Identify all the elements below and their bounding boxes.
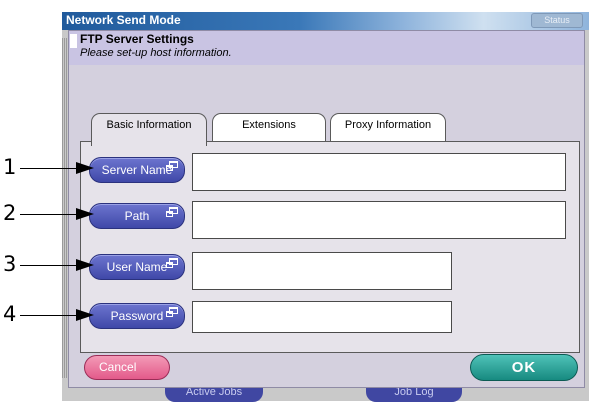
footer-tab-job-log[interactable]: Job Log (366, 388, 462, 402)
server-name-label: Server Name (101, 163, 173, 177)
arrow-icon (76, 309, 94, 321)
path-button[interactable]: Path (89, 203, 185, 229)
callout-line (20, 315, 80, 316)
window-stack-icon (166, 307, 178, 317)
window-stack-icon (166, 258, 178, 268)
arrow-icon (76, 208, 94, 220)
user-name-field[interactable] (192, 252, 452, 290)
dialog-header-marker (70, 34, 77, 48)
path-field[interactable] (192, 201, 566, 239)
window-title: Network Send Mode (66, 13, 181, 27)
user-name-button[interactable]: User Name (89, 254, 185, 280)
server-name-button[interactable]: Server Name (89, 157, 185, 183)
password-label: Password (110, 309, 164, 323)
callout-line (20, 214, 80, 215)
tab-proxy-information[interactable]: Proxy Information (330, 113, 446, 141)
arrow-icon (76, 162, 94, 174)
window-stack-icon (166, 161, 178, 171)
callout-line (20, 168, 80, 169)
cancel-button[interactable]: Cancel (84, 355, 170, 380)
callout-number: 4 (3, 302, 17, 326)
callout-number: 1 (3, 155, 17, 179)
footer-tab-active-jobs[interactable]: Active Jobs (165, 388, 263, 402)
tab-basic-information[interactable]: Basic Information (91, 113, 207, 146)
password-field[interactable] (192, 301, 452, 333)
password-button[interactable]: Password (89, 303, 185, 329)
dialog-subtitle: Please set-up host information. (80, 47, 232, 59)
callout-line (20, 265, 80, 266)
dialog-title: FTP Server Settings (80, 32, 194, 46)
arrow-icon (76, 259, 94, 271)
server-name-field[interactable] (192, 153, 566, 191)
user-name-label: User Name (106, 260, 168, 274)
status-tab[interactable]: Status (531, 13, 583, 28)
tab-extensions[interactable]: Extensions (212, 113, 326, 141)
path-label: Path (124, 209, 150, 223)
ok-button[interactable]: OK (470, 354, 578, 381)
window-stack-icon (166, 207, 178, 217)
callout-number: 2 (3, 201, 17, 225)
callout-number: 3 (3, 252, 17, 276)
